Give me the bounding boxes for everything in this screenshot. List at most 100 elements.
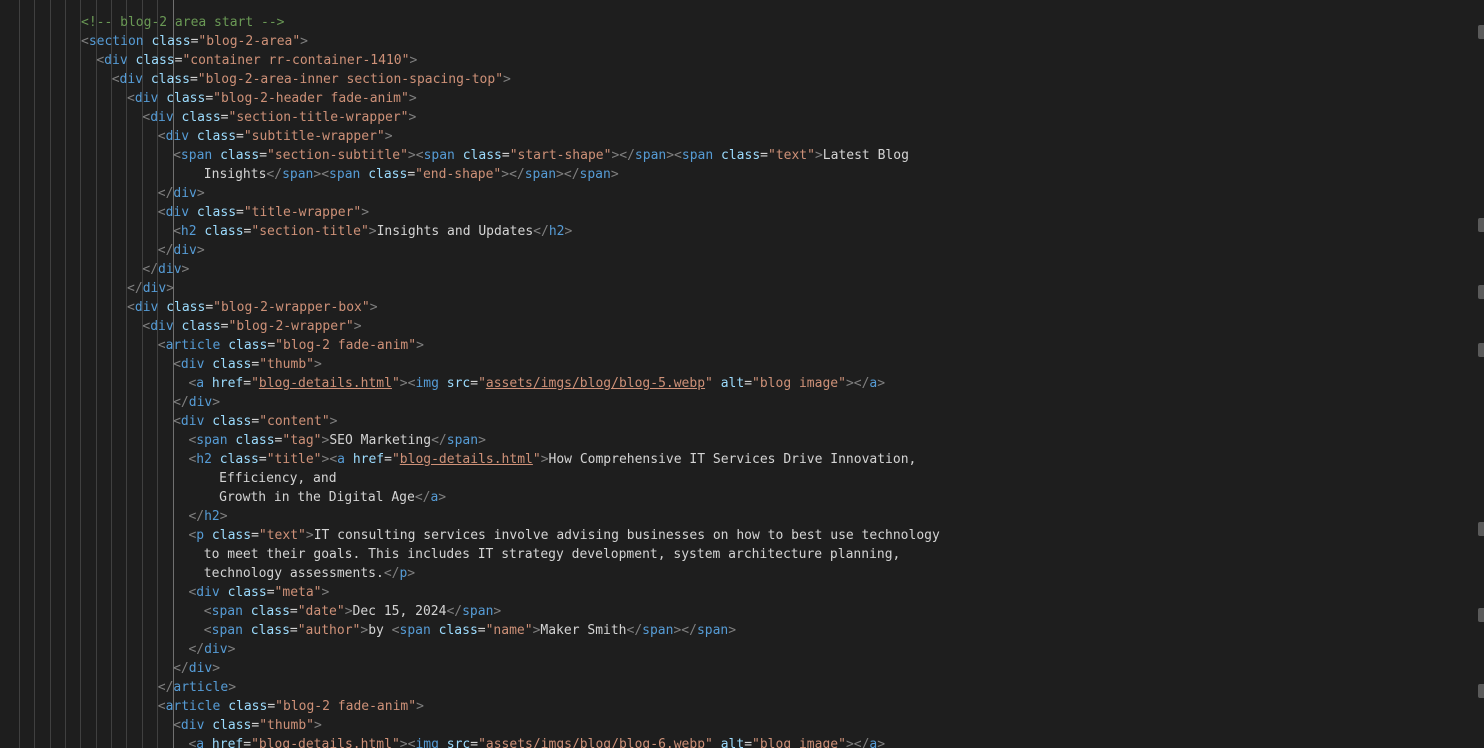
code-line[interactable]: <span class="date">Dec 15, 2024</span> [204,602,501,621]
code-line[interactable]: <div class="thumb"> [173,716,322,735]
code-token: > [478,433,486,448]
code-token: </ [157,186,174,201]
code-line[interactable]: Growth in the Digital Age</a> [219,488,446,507]
code-line[interactable]: Insights</span><span class="end-shape"><… [204,165,619,184]
code-token: = [267,338,276,353]
code-token: > [314,718,322,733]
code-token: img [415,737,439,748]
code-token: > [227,642,236,657]
code-token: = [384,452,392,467]
code-token: < [173,224,181,239]
code-token: class [166,300,206,315]
code-token: ></ [501,167,525,182]
code-line[interactable]: <div class="container rr-container-1410"… [96,51,417,70]
code-token: > [409,53,418,68]
code-token: div [180,718,205,733]
code-token: = [243,376,252,391]
code-token: > [196,186,205,201]
code-token: "blog-2-wrapper-box" [213,300,370,315]
code-token: > [212,395,221,410]
code-line[interactable]: <div class="section-title-wrapper"> [142,108,416,127]
code-line[interactable]: </div> [127,279,174,298]
code-token: >< [407,148,424,163]
code-line[interactable]: <a href="blog-details.html"><img src="as… [188,735,885,748]
code-token: > [369,300,378,315]
code-token: "end-shape" [415,167,502,182]
code-line[interactable]: </div> [173,659,220,678]
code-token: div [104,53,128,68]
code-token: = [243,737,252,748]
code-editor[interactable]: <!-- blog-2 area start --> <section class… [0,0,1484,748]
code-token: < [173,148,181,163]
code-line[interactable]: </article> [158,678,236,697]
code-token: > [329,414,338,429]
code-line[interactable]: <div class="thumb"> [173,355,322,374]
code-line[interactable]: </div> [173,393,220,412]
code-token: ></ [556,167,580,182]
code-token: "blog-2-wrapper" [228,319,354,334]
code-token: < [96,53,105,68]
code-line[interactable]: </div> [142,260,189,279]
code-line[interactable]: <span class="author">by <span class="nam… [204,621,736,640]
code-line[interactable]: <h2 class="title"><a href="blog-details.… [188,450,916,469]
code-line[interactable]: <span class="tag">SEO Marketing</span> [188,431,485,450]
code-line[interactable]: </div> [188,640,235,659]
code-token: = [236,129,244,144]
code-line[interactable]: <h2 class="section-title">Insights and U… [173,222,572,241]
code-token: class [462,148,502,163]
code-token: "section-subtitle" [267,148,408,163]
code-token: " [391,737,400,748]
code-line[interactable]: Efficiency, and [219,469,336,488]
code-token: </ [431,433,447,448]
code-token: > [564,224,573,239]
indent-guide [111,0,112,748]
code-token: " [705,376,713,391]
code-line[interactable]: <article class="blog-2 fade-anim"> [158,336,424,355]
code-line[interactable]: <div class="blog-2-area-inner section-sp… [112,70,511,89]
code-token: class [212,718,252,733]
code-token: < [127,300,135,315]
code-token: div [173,186,197,201]
code-line[interactable]: <article class="blog-2 fade-anim"> [158,697,424,716]
code-line[interactable]: <a href="blog-details.html"><img src="as… [188,374,885,393]
code-token: div [134,91,159,106]
code-token: > [321,585,330,600]
code-line[interactable]: <div class="meta"> [188,583,329,602]
code-line[interactable]: to meet their goals. This includes IT st… [204,545,901,564]
code-token: = [470,376,479,391]
code-token: "tag" [282,433,322,448]
code-line[interactable]: <div class="subtitle-wrapper"> [158,127,393,146]
code-token: span [524,167,557,182]
code-line[interactable]: <p class="text">IT consulting services i… [188,526,939,545]
code-line[interactable]: </h2> [188,507,227,526]
code-token: "title-wrapper" [243,205,362,220]
code-token: " [705,737,713,748]
code-line[interactable]: <!-- blog-2 area start --> [81,13,285,32]
code-line[interactable]: <div class="content"> [173,412,337,431]
code-line[interactable]: technology assessments.</p> [204,564,415,583]
code-line[interactable]: <div class="blog-2-wrapper"> [142,317,361,336]
code-token: class [721,148,761,163]
code-line[interactable]: </div> [158,184,205,203]
code-token: " [391,452,400,467]
code-token: span [642,623,674,638]
code-line[interactable]: <span class="section-subtitle"><span cla… [173,146,909,165]
code-token: < [157,129,166,144]
code-token: class [212,357,252,372]
code-token: > [540,452,549,467]
code-line[interactable]: <div class="blog-2-header fade-anim"> [127,89,417,108]
code-token: span [681,148,714,163]
code-line[interactable]: <div class="title-wrapper"> [158,203,369,222]
code-token: class [235,433,275,448]
code-line[interactable]: <section class="blog-2-area"> [81,32,308,51]
code-line[interactable]: </div> [158,241,205,260]
code-token: a [337,452,345,467]
code-line[interactable]: <div class="blog-2-wrapper-box"> [127,298,377,317]
